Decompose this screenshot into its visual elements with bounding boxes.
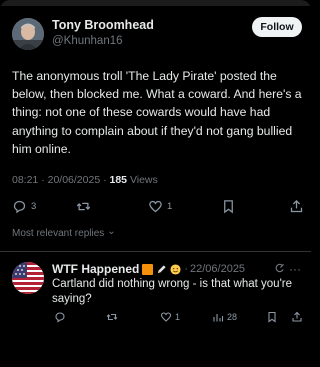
share-icon — [290, 199, 303, 212]
bookmark-icon — [268, 311, 276, 323]
reply-separator: · — [184, 263, 188, 275]
reply-author-name[interactable]: WTF Happened — [52, 262, 139, 276]
author-name[interactable]: Tony Broomhead — [52, 18, 154, 32]
tweet-detail-screen: Tony Broomhead @Khunhan16 Follow The ano… — [0, 0, 311, 367]
grok-icon[interactable] — [274, 263, 285, 274]
divider — [0, 251, 311, 252]
reply-count: 3 — [31, 200, 37, 212]
heart-icon — [160, 312, 172, 322]
tweet-actions: 3 1 — [0, 196, 311, 216]
views-icon — [213, 314, 224, 322]
replies-sort-dropdown[interactable]: Most relevant replies ⌄ — [12, 226, 116, 239]
views-label: Views — [127, 174, 158, 186]
reply-actions: 1 28 — [0, 309, 311, 325]
reply-icon — [55, 312, 65, 323]
reply-reply-button[interactable] — [54, 309, 66, 325]
tweet-text: The anonymous troll 'The Lady Pirate' po… — [12, 69, 302, 156]
smiley-emoji-icon — [170, 263, 181, 275]
status-bar-edge — [0, 0, 311, 6]
heart-icon — [149, 200, 162, 212]
share-button[interactable] — [289, 196, 304, 216]
views-count: 185 — [109, 174, 128, 186]
avatar[interactable] — [12, 18, 44, 50]
like-count: 1 — [167, 200, 173, 212]
reply-icon — [13, 200, 26, 213]
repost-button[interactable] — [76, 196, 91, 216]
repost-icon — [76, 202, 91, 210]
reply-bookmark-button[interactable] — [266, 309, 278, 325]
tweet-meta: 08:21 · 20/06/2025 · 185 Views — [12, 174, 158, 186]
reply-avatar[interactable] — [12, 262, 44, 294]
bookmark-icon — [224, 199, 233, 213]
orange-square-emoji-icon — [142, 263, 154, 275]
reply-date[interactable]: 22/06/2025 — [190, 263, 245, 275]
repost-icon — [106, 313, 118, 321]
like-button[interactable]: 1 — [148, 196, 172, 216]
share-icon — [292, 311, 302, 322]
reply-repost-button[interactable] — [106, 309, 118, 325]
reply-header: WTF Happened · 22/06/2025 — [52, 261, 245, 277]
reply-share-button[interactable] — [291, 309, 303, 325]
reply-button[interactable]: 3 — [12, 196, 36, 216]
reply-views-button[interactable]: 28 — [212, 309, 237, 325]
bookmark-button[interactable] — [221, 196, 236, 216]
more-options-icon[interactable]: ··· — [289, 262, 301, 276]
tweet-timestamp[interactable]: 08:21 · 20/06/2025 · — [12, 174, 110, 186]
reply-like-button[interactable]: 1 — [160, 309, 180, 325]
pencil-emoji-icon — [158, 264, 166, 273]
reply-text: Cartland did nothing wrong - is that wha… — [52, 278, 292, 305]
author-handle[interactable]: @Khunhan16 — [52, 35, 123, 47]
reply-like-count: 1 — [175, 312, 181, 322]
reply-views-count: 28 — [227, 312, 238, 322]
replies-sort-label: Most relevant replies — [12, 228, 105, 239]
chevron-down-icon: ⌄ — [107, 226, 116, 237]
follow-button[interactable]: Follow — [252, 17, 302, 37]
